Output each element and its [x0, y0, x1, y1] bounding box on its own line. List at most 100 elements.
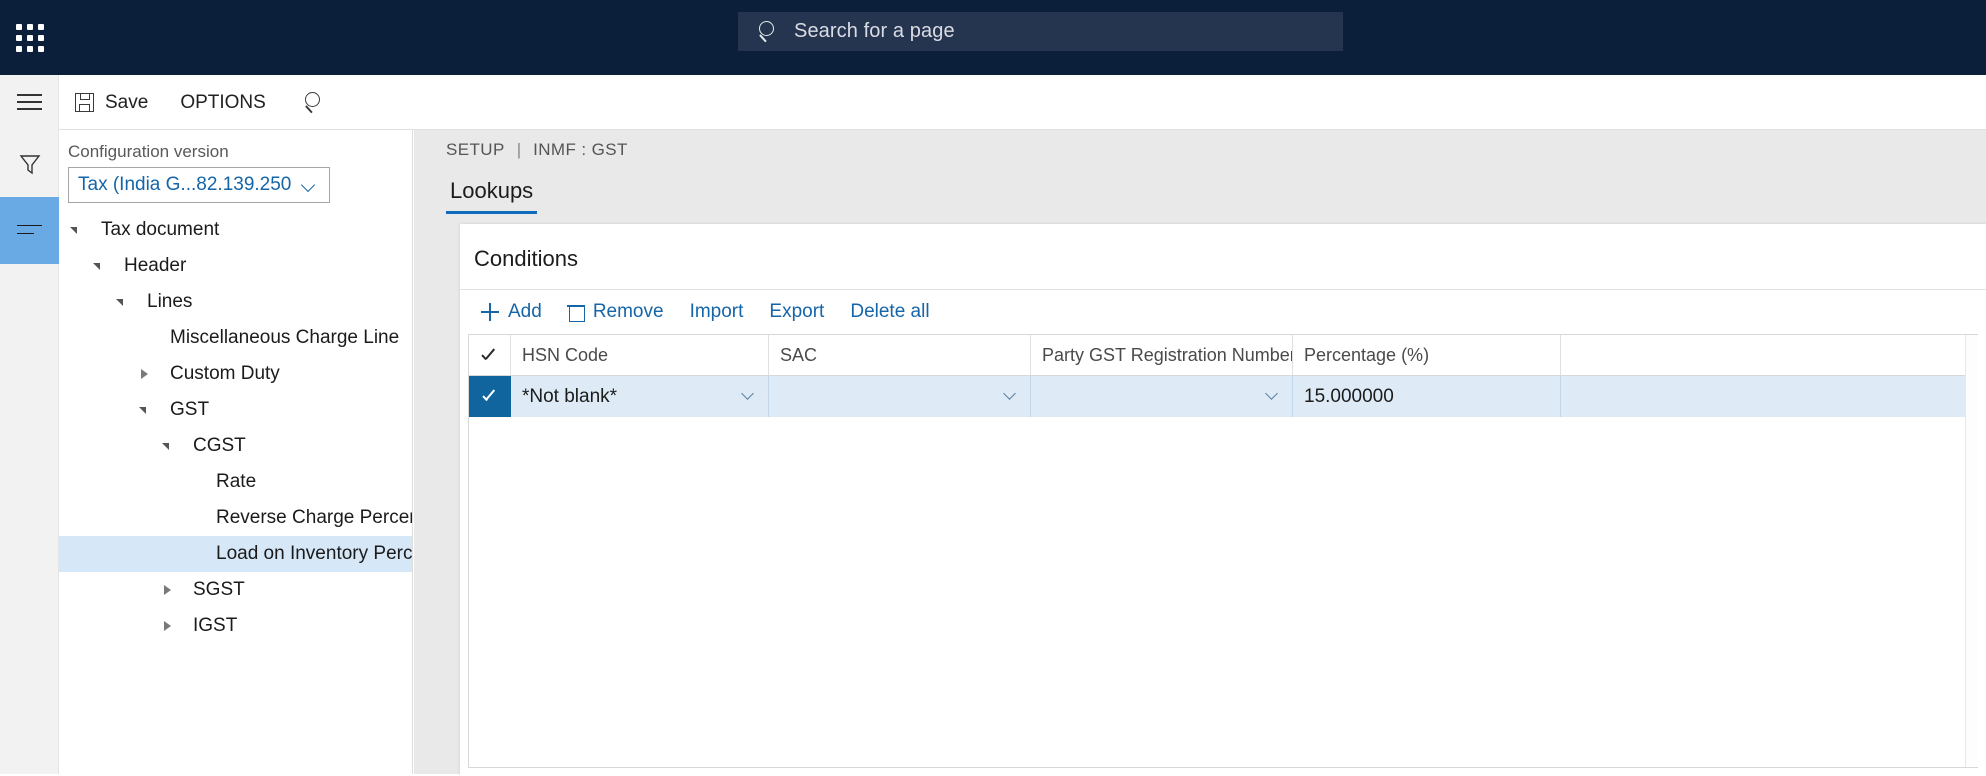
grid-body: *Not blank* 15.000000 — [469, 376, 1978, 417]
grid-cell[interactable] — [769, 376, 1031, 417]
import-button[interactable]: Import — [677, 290, 757, 334]
app-launcher-button[interactable] — [0, 0, 60, 75]
export-button[interactable]: Export — [756, 290, 837, 334]
grid-row-filler — [1561, 376, 1978, 417]
tree-node[interactable]: IGST — [59, 608, 412, 644]
tree-node[interactable]: Miscellaneous Charge Line — [59, 320, 412, 356]
tree-node[interactable]: Lines — [59, 284, 412, 320]
grid-select-all-checkbox[interactable] — [469, 335, 511, 375]
tree-node-label: Reverse Charge Percentage — [216, 507, 412, 528]
tree-node[interactable]: Header — [59, 248, 412, 284]
search-icon — [756, 19, 782, 45]
tree-node[interactable]: Tax document — [59, 212, 412, 248]
tree-node-label: CGST — [193, 435, 246, 456]
breadcrumb-current: INMF : GST — [533, 140, 628, 159]
search-input[interactable]: Search for a page — [794, 20, 955, 43]
tree-collapse-arrow-icon[interactable] — [134, 392, 156, 428]
tree-expand-arrow-icon[interactable] — [157, 608, 179, 644]
row-select-checkbox[interactable] — [469, 376, 511, 417]
grid-header-filler — [1561, 335, 1978, 375]
structure-list-button[interactable] — [0, 197, 59, 264]
breadcrumb: SETUP | INMF : GST — [446, 140, 628, 160]
add-button-label: Add — [508, 301, 542, 322]
save-button[interactable]: Save — [59, 75, 164, 130]
tree-node[interactable]: GST — [59, 392, 412, 428]
tree-node[interactable]: SGST — [59, 572, 412, 608]
command-bar: Save OPTIONS — [0, 75, 1986, 130]
table-row[interactable]: *Not blank* 15.000000 — [469, 376, 1978, 417]
main-content-area: SETUP | INMF : GST Lookups Conditions Ad… — [414, 130, 1986, 776]
remove-button[interactable]: Remove — [555, 290, 677, 334]
configuration-version-number: 82.139.250 — [196, 174, 292, 195]
tree-node-label: Custom Duty — [170, 363, 280, 384]
check-icon — [480, 346, 499, 365]
tree-expand-arrow-icon[interactable] — [157, 572, 179, 608]
chevron-down-icon[interactable] — [1004, 392, 1017, 399]
tree-node[interactable]: Custom Duty — [59, 356, 412, 392]
grid-cell-value: *Not blank* — [522, 385, 618, 407]
configuration-version-select[interactable]: Tax (India G... 82.139.250 — [68, 167, 330, 203]
top-navigation-bar: Search for a page — [0, 0, 1986, 75]
navigation-menu-button[interactable] — [0, 75, 59, 130]
configuration-tree-panel: Configuration version Tax (India G... 82… — [59, 130, 413, 774]
grid-column-header[interactable]: Percentage (%) — [1293, 335, 1561, 375]
add-button[interactable]: Add — [468, 290, 555, 334]
tree-node[interactable]: Rate — [59, 464, 412, 500]
command-search-button[interactable] — [282, 75, 346, 130]
conditions-grid: HSN Code SAC Party GST Registration Number… — [468, 334, 1978, 768]
chevron-down-icon[interactable] — [742, 392, 755, 399]
remove-button-label: Remove — [592, 301, 664, 322]
grid-cell-value: 15.000000 — [1304, 385, 1394, 407]
grid-cell[interactable]: *Not blank* — [511, 376, 769, 417]
grid-column-header[interactable]: HSN Code — [511, 335, 769, 375]
tab-strip: Lookups — [446, 176, 538, 214]
chevron-down-icon — [301, 177, 317, 193]
grid-column-header[interactable]: SAC — [769, 335, 1031, 375]
grid-column-header-label: HSN Code — [522, 344, 609, 365]
tree-node-label: GST — [170, 399, 210, 420]
tree-collapse-arrow-icon[interactable] — [157, 428, 179, 464]
tree-collapse-arrow-icon[interactable] — [111, 284, 133, 320]
grid-column-header[interactable]: Party GST Registration Number — [1031, 335, 1293, 375]
chevron-down-icon[interactable] — [1266, 392, 1279, 399]
options-button[interactable]: OPTIONS — [164, 75, 282, 130]
grid-vertical-scrollbar[interactable] — [1965, 335, 1978, 767]
grid-column-header-label: Percentage (%) — [1304, 344, 1430, 365]
tree-collapse-arrow-icon[interactable] — [65, 212, 87, 248]
check-icon — [481, 387, 500, 406]
tree-collapse-arrow-icon[interactable] — [88, 248, 110, 284]
delete-all-button-label: Delete all — [850, 301, 930, 322]
tree-node-label: IGST — [193, 615, 238, 636]
tree-node-label: Load on Inventory Percentage — [216, 543, 413, 564]
grid-cell[interactable] — [1031, 376, 1293, 417]
tree-node[interactable]: CGST — [59, 428, 412, 464]
configuration-version-label: Configuration version — [68, 142, 229, 161]
save-button-label: Save — [105, 91, 149, 113]
save-floppy-icon — [75, 93, 94, 112]
tab-lookups[interactable]: Lookups — [446, 178, 538, 214]
conditions-card: Conditions Add Remove Import Export Dele… — [460, 224, 1986, 776]
trash-icon — [566, 303, 585, 322]
tree-node[interactable]: Reverse Charge Percentage — [59, 500, 412, 536]
tree-node[interactable]: Load on Inventory Percentage — [59, 536, 413, 572]
plus-icon — [481, 303, 499, 321]
grid-column-header-label: Party GST Registration Number — [1042, 344, 1293, 365]
filter-funnel-icon — [19, 154, 40, 174]
tree-node-label: Tax document — [101, 219, 220, 240]
tree-node-label: SGST — [193, 579, 245, 600]
global-search-box[interactable]: Search for a page — [738, 12, 1343, 51]
tree-node-label: Miscellaneous Charge Line — [170, 327, 400, 348]
tax-document-tree: Tax document Header Lines Miscellaneous Cha… — [59, 212, 413, 774]
delete-all-button[interactable]: Delete all — [837, 290, 942, 334]
grid-header-row: HSN Code SAC Party GST Registration Number… — [469, 335, 1978, 376]
waffle-grid-icon — [16, 23, 44, 52]
grid-cell[interactable]: 15.000000 — [1293, 376, 1561, 417]
list-icon — [17, 224, 42, 238]
left-icon-rail — [0, 75, 59, 774]
tree-expand-arrow-icon[interactable] — [134, 356, 156, 392]
breadcrumb-root[interactable]: SETUP — [446, 140, 505, 160]
tree-node-label: Rate — [216, 471, 257, 492]
filter-button[interactable] — [0, 130, 59, 197]
